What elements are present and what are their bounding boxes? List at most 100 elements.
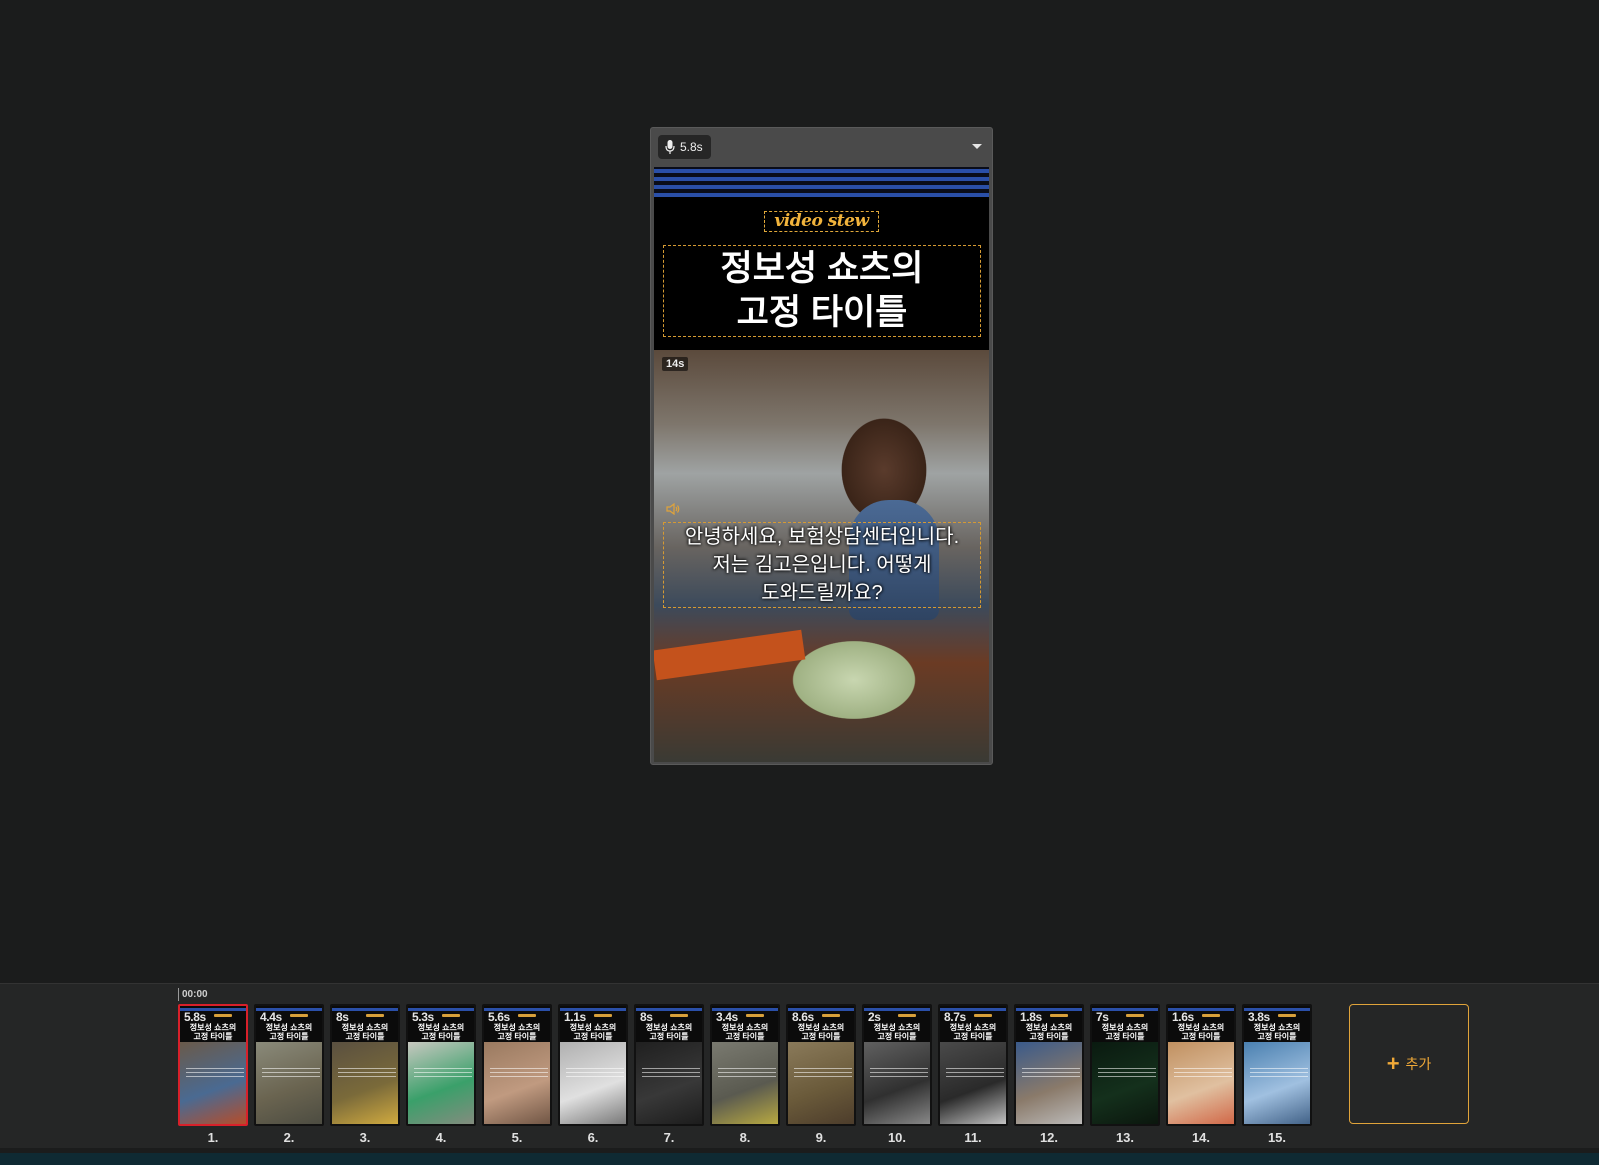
thumbnail-frame[interactable]: 1.8s 정보성 쇼츠의 고정 타이틀 bbox=[1014, 1004, 1084, 1126]
thumbnail-frame[interactable]: 8.7s 정보성 쇼츠의 고정 타이틀 bbox=[938, 1004, 1008, 1126]
video-canvas[interactable]: video stew 정보성 쇼츠의 고정 타이틀 14s 안녕하세요, 보험상… bbox=[654, 167, 989, 762]
thumbnail-header: 5.3s 정보성 쇼츠의 고정 타이틀 bbox=[408, 1006, 474, 1042]
thumbnail-title: 정보성 쇼츠의 고정 타이틀 bbox=[265, 1023, 313, 1041]
thumbnail-logo bbox=[746, 1014, 764, 1017]
scene-number: 3. bbox=[359, 1130, 371, 1145]
thumbnail-title: 정보성 쇼츠의 고정 타이틀 bbox=[189, 1023, 237, 1041]
thumbnail-logo bbox=[594, 1014, 612, 1017]
scene-thumbnail[interactable]: 5.6s 정보성 쇼츠의 고정 타이틀 5. bbox=[482, 1004, 552, 1146]
thumbnail-image bbox=[1168, 1042, 1234, 1124]
scene-number: 5. bbox=[511, 1130, 523, 1145]
scene-thumbnail[interactable]: 8s 정보성 쇼츠의 고정 타이틀 3. bbox=[330, 1004, 400, 1146]
thumbnail-header: 8s 정보성 쇼츠의 고정 타이틀 bbox=[332, 1006, 398, 1042]
thumbnail-header: 8s 정보성 쇼츠의 고정 타이틀 bbox=[636, 1006, 702, 1042]
thumbnail-image bbox=[484, 1042, 550, 1124]
thumbnail-caption bbox=[186, 1068, 244, 1080]
thumbnail-logo bbox=[898, 1014, 916, 1017]
preview-toolbar: 5.8s bbox=[651, 128, 992, 167]
thumbnail-logo bbox=[1050, 1014, 1068, 1017]
thumbnail-frame[interactable]: 5.3s 정보성 쇼츠의 고정 타이틀 bbox=[406, 1004, 476, 1126]
scene-thumbnail[interactable]: 3.4s 정보성 쇼츠의 고정 타이틀 8. bbox=[710, 1004, 780, 1146]
scene-duration: 5.6s bbox=[488, 1010, 510, 1024]
thumbnail-frame[interactable]: 5.8s 정보성 쇼츠의 고정 타이틀 bbox=[178, 1004, 248, 1126]
thumbnail-title: 정보성 쇼츠의 고정 타이틀 bbox=[797, 1023, 845, 1041]
thumbnail-caption bbox=[718, 1068, 776, 1080]
thumbnail-frame[interactable]: 4.4s 정보성 쇼츠의 고정 타이틀 bbox=[254, 1004, 324, 1126]
thumbnail-title: 정보성 쇼츠의 고정 타이틀 bbox=[721, 1023, 769, 1041]
thumbnail-frame[interactable]: 3.4s 정보성 쇼츠의 고정 타이틀 bbox=[710, 1004, 780, 1126]
voice-duration-chip[interactable]: 5.8s bbox=[658, 135, 711, 159]
thumbnail-image bbox=[1244, 1042, 1310, 1124]
thumbnail-caption bbox=[1174, 1068, 1232, 1080]
scene-duration: 2s bbox=[868, 1010, 881, 1024]
thumbnail-header: 1.8s 정보성 쇼츠의 고정 타이틀 bbox=[1016, 1006, 1082, 1042]
thumbnail-caption bbox=[794, 1068, 852, 1080]
thumbnail-image bbox=[712, 1042, 778, 1124]
scene-thumbnail[interactable]: 7s 정보성 쇼츠의 고정 타이틀 13. bbox=[1090, 1004, 1160, 1146]
thumbnail-frame[interactable]: 1.6s 정보성 쇼츠의 고정 타이틀 bbox=[1166, 1004, 1236, 1126]
thumbnail-header: 1.1s 정보성 쇼츠의 고정 타이틀 bbox=[560, 1006, 626, 1042]
scene-number: 7. bbox=[663, 1130, 675, 1145]
scene-thumbnail[interactable]: 4.4s 정보성 쇼츠의 고정 타이틀 2. bbox=[254, 1004, 324, 1146]
thumbnail-frame[interactable]: 5.6s 정보성 쇼츠의 고정 타이틀 bbox=[482, 1004, 552, 1126]
scene-number: 13. bbox=[1115, 1130, 1135, 1145]
thumbnail-caption bbox=[338, 1068, 396, 1080]
thumbnail-caption bbox=[262, 1068, 320, 1080]
scene-number: 14. bbox=[1191, 1130, 1211, 1145]
brand-logo[interactable]: video stew bbox=[764, 211, 879, 232]
time-ruler[interactable]: 00:00 bbox=[178, 988, 208, 1001]
scene-thumbnail[interactable]: 8.6s 정보성 쇼츠의 고정 타이틀 9. bbox=[786, 1004, 856, 1146]
scene-thumbnail[interactable]: 1.6s 정보성 쇼츠의 고정 타이틀 14. bbox=[1166, 1004, 1236, 1146]
subtitle-text-box[interactable]: 안녕하세요, 보험상담센터입니다. 저는 김고은입니다. 어떻게 도와드릴까요? bbox=[663, 522, 981, 608]
thumbnail-frame[interactable]: 8.6s 정보성 쇼츠의 고정 타이틀 bbox=[786, 1004, 856, 1126]
scene-thumbnail[interactable]: 1.1s 정보성 쇼츠의 고정 타이틀 6. bbox=[558, 1004, 628, 1146]
scene-number: 6. bbox=[587, 1130, 599, 1145]
title-text-box[interactable]: 정보성 쇼츠의 고정 타이틀 bbox=[663, 245, 981, 337]
thumbnail-caption bbox=[490, 1068, 548, 1080]
scene-duration: 8.6s bbox=[792, 1010, 814, 1024]
thumbnail-title: 정보성 쇼츠의 고정 타이틀 bbox=[645, 1023, 693, 1041]
thumbnail-header: 4.4s 정보성 쇼츠의 고정 타이틀 bbox=[256, 1006, 322, 1042]
thumbnail-image bbox=[788, 1042, 854, 1124]
scene-thumbnail[interactable]: 8.7s 정보성 쇼츠의 고정 타이틀 11. bbox=[938, 1004, 1008, 1146]
speaker-icon[interactable] bbox=[666, 503, 680, 515]
scene-thumbnail[interactable]: 2s 정보성 쇼츠의 고정 타이틀 10. bbox=[862, 1004, 932, 1146]
thumbnail-logo bbox=[822, 1014, 840, 1017]
thumbnail-header: 2s 정보성 쇼츠의 고정 타이틀 bbox=[864, 1006, 930, 1042]
thumbnail-title: 정보성 쇼츠의 고정 타이틀 bbox=[417, 1023, 465, 1041]
thumbnail-frame[interactable]: 8s 정보성 쇼츠의 고정 타이틀 bbox=[330, 1004, 400, 1126]
scene-duration: 8s bbox=[336, 1010, 349, 1024]
thumbnail-header: 8.7s 정보성 쇼츠의 고정 타이틀 bbox=[940, 1006, 1006, 1042]
thumbnail-logo bbox=[1126, 1014, 1144, 1017]
scene-thumbnail[interactable]: 8s 정보성 쇼츠의 고정 타이틀 7. bbox=[634, 1004, 704, 1146]
thumbnail-logo bbox=[1278, 1014, 1296, 1017]
scene-duration: 3.8s bbox=[1248, 1010, 1270, 1024]
thumbnail-logo bbox=[1202, 1014, 1220, 1017]
scene-thumbnail[interactable]: 5.8s 정보성 쇼츠의 고정 타이틀 1. bbox=[178, 1004, 248, 1146]
bottom-bar bbox=[0, 1153, 1599, 1165]
thumbnail-frame[interactable]: 7s 정보성 쇼츠의 고정 타이틀 bbox=[1090, 1004, 1160, 1126]
thumbnail-frame[interactable]: 1.1s 정보성 쇼츠의 고정 타이틀 bbox=[558, 1004, 628, 1126]
thumbnail-frame[interactable]: 8s 정보성 쇼츠의 고정 타이틀 bbox=[634, 1004, 704, 1126]
microphone-icon bbox=[665, 140, 675, 154]
subtitle: 안녕하세요, 보험상담센터입니다. 저는 김고은입니다. 어떻게 도와드릴까요? bbox=[684, 526, 960, 604]
thumbnail-image bbox=[636, 1042, 702, 1124]
thumbnail-image bbox=[1016, 1042, 1082, 1124]
thumbnail-logo bbox=[518, 1014, 536, 1017]
thumbnail-frame[interactable]: 2s 정보성 쇼츠의 고정 타이틀 bbox=[862, 1004, 932, 1126]
chevron-down-icon[interactable] bbox=[972, 144, 982, 149]
add-scene-button[interactable]: + 추가 bbox=[1349, 1004, 1469, 1124]
scene-thumbnail[interactable]: 3.8s 정보성 쇼츠의 고정 타이틀 15. bbox=[1242, 1004, 1312, 1146]
scene-duration: 5.3s bbox=[412, 1010, 434, 1024]
scene-duration: 3.4s bbox=[716, 1010, 738, 1024]
thumbnail-frame[interactable]: 3.8s 정보성 쇼츠의 고정 타이틀 bbox=[1242, 1004, 1312, 1126]
thumbnail-logo bbox=[366, 1014, 384, 1017]
scene-number: 11. bbox=[964, 1130, 982, 1145]
thumbnail-logo bbox=[442, 1014, 460, 1017]
thumbnail-title: 정보성 쇼츠의 고정 타이틀 bbox=[493, 1023, 541, 1041]
thumbnail-header: 8.6s 정보성 쇼츠의 고정 타이틀 bbox=[788, 1006, 854, 1042]
scene-thumbnail[interactable]: 5.3s 정보성 쇼츠의 고정 타이틀 4. bbox=[406, 1004, 476, 1146]
scene-thumbnail[interactable]: 1.8s 정보성 쇼츠의 고정 타이틀 12. bbox=[1014, 1004, 1084, 1146]
scene-number: 8. bbox=[739, 1130, 751, 1145]
thumbnail-caption bbox=[946, 1068, 1004, 1080]
